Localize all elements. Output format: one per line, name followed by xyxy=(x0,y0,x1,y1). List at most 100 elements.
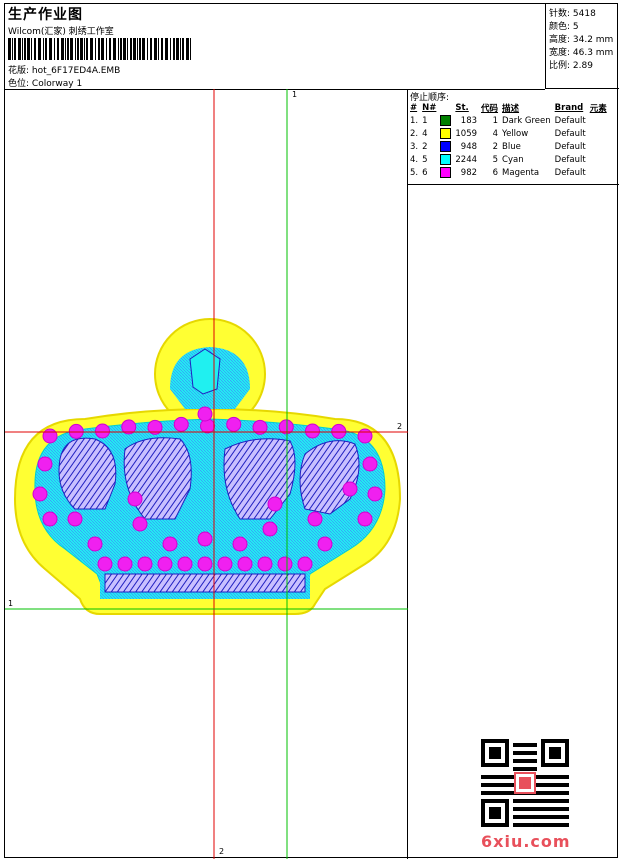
row-index: 4. xyxy=(410,154,419,165)
row-index: 3. xyxy=(410,141,419,152)
col-header-description: 描述 xyxy=(502,103,520,114)
magenta-bead xyxy=(87,536,103,552)
magenta-bead xyxy=(357,428,373,444)
row-brand: Default xyxy=(554,115,586,126)
col-header-element: 元素 xyxy=(589,103,607,114)
barcode xyxy=(8,38,191,60)
row-code: 5 xyxy=(492,154,499,165)
colorway-value: Colorway 1 xyxy=(31,79,83,89)
row-needle: 5 xyxy=(422,154,428,165)
magenta-bead xyxy=(157,556,173,572)
row-brand: Default xyxy=(554,128,586,139)
magenta-bead xyxy=(197,406,213,422)
magenta-bead xyxy=(127,491,143,507)
color-sequence-table: # N# St. 代码 描述 Brand 元素 1. 1 183 1 Dark … xyxy=(410,101,611,179)
col-header-code: 代码 xyxy=(481,103,499,114)
magenta-bead xyxy=(297,556,313,572)
embroidery-preview xyxy=(5,89,408,859)
color-swatch xyxy=(440,154,452,165)
magenta-bead xyxy=(117,556,133,572)
color-swatch xyxy=(440,167,452,178)
colorway-row: 色位: Colorway 1 xyxy=(8,76,82,89)
row-brand: Default xyxy=(554,154,586,165)
design-width: 宽度: 46.3 mm xyxy=(549,48,614,58)
magenta-bead xyxy=(95,423,110,439)
magenta-bead xyxy=(137,556,153,572)
header-panel: 生产作业图 Wilcom(汇家) 刺绣工作室 花版: hot_6F17ED4A.… xyxy=(5,4,545,90)
row-index: 1. xyxy=(410,115,419,126)
magenta-bead xyxy=(232,536,248,552)
magenta-bead xyxy=(237,556,253,572)
row-stitches: 982 xyxy=(460,167,478,178)
row-index: 5. xyxy=(410,167,419,178)
row-code: 2 xyxy=(492,141,499,152)
row-stitches: 183 xyxy=(460,115,478,126)
row-description: Blue xyxy=(502,141,521,152)
magenta-bead xyxy=(367,486,383,502)
row-code: 6 xyxy=(492,167,499,178)
magenta-bead xyxy=(317,536,333,552)
magenta-bead xyxy=(307,511,323,527)
magenta-bead xyxy=(68,423,84,439)
magenta-bead xyxy=(357,511,373,527)
company-name: Wilcom(汇家) 刺绣工作室 xyxy=(8,27,114,37)
col-header-brand: Brand xyxy=(554,102,584,113)
row-code: 4 xyxy=(492,128,499,139)
design-label: 花版: xyxy=(8,66,30,76)
watermark-logo: 6xiu.com xyxy=(481,832,571,851)
qr-code xyxy=(481,739,569,827)
magenta-bead xyxy=(67,511,83,527)
crown-top-cross xyxy=(189,348,221,395)
design-height: 高度: 34.2 mm xyxy=(549,35,614,45)
magenta-bead xyxy=(267,496,283,512)
color-swatch xyxy=(440,141,452,152)
row-description: Cyan xyxy=(502,154,524,165)
row-index: 2. xyxy=(410,128,419,139)
magenta-bead xyxy=(132,516,148,532)
table-row: 2. 4 1059 4 Yellow Default xyxy=(410,127,611,140)
magenta-bead xyxy=(262,521,278,537)
magenta-bead xyxy=(331,423,347,439)
design-canvas: 1 2 1 2 xyxy=(5,89,408,859)
row-description: Yellow xyxy=(502,128,529,139)
row-stitches: 948 xyxy=(460,141,478,152)
design-row: 花版: hot_6F17ED4A.EMB xyxy=(8,63,120,76)
magenta-bead xyxy=(162,536,178,552)
green-guide-label-top: 1 xyxy=(292,90,298,99)
stop-sequence-panel: 停止顺序: # N# St. 代码 描述 Brand 元素 1. 1 183 1… xyxy=(408,89,619,185)
col-header-swatch xyxy=(440,101,455,114)
magenta-bead xyxy=(197,556,213,572)
row-description: Magenta xyxy=(502,167,540,178)
col-header-needle: N# xyxy=(422,102,437,113)
col-header-stitches: St. xyxy=(455,102,469,113)
magenta-bead xyxy=(362,456,378,472)
table-row: 1. 1 183 1 Dark Green Default xyxy=(410,114,611,127)
color-swatch xyxy=(440,115,452,126)
row-stitches: 2244 xyxy=(455,154,478,165)
col-header-index: # xyxy=(410,102,418,113)
row-needle: 1 xyxy=(422,115,428,126)
magenta-bead xyxy=(42,511,58,527)
row-description: Dark Green xyxy=(502,115,551,126)
table-row: 5. 6 982 6 Magenta Default xyxy=(410,166,611,179)
magenta-bead xyxy=(177,556,193,572)
row-needle: 4 xyxy=(422,128,428,139)
row-code: 1 xyxy=(492,115,499,126)
row-needle: 2 xyxy=(422,141,428,152)
magenta-bead xyxy=(32,486,48,502)
magenta-bead xyxy=(97,556,113,572)
row-needle: 6 xyxy=(422,167,428,178)
page-title: 生产作业图 xyxy=(8,7,83,23)
magenta-bead xyxy=(217,556,233,572)
magenta-bead xyxy=(37,456,53,472)
magenta-bead xyxy=(257,556,273,572)
stats-panel: 针数: 5418 颜色: 5 高度: 34.2 mm 宽度: 46.3 mm 比… xyxy=(545,4,619,89)
row-brand: Default xyxy=(554,167,586,178)
stitch-count: 针数: 5418 xyxy=(549,9,596,19)
row-brand: Default xyxy=(554,141,586,152)
row-stitches: 1059 xyxy=(455,128,478,139)
color-count: 颜色: 5 xyxy=(549,22,579,32)
table-row: 3. 2 948 2 Blue Default xyxy=(410,140,611,153)
red-guide-label-bottom: 2 xyxy=(219,847,225,856)
table-header-row: # N# St. 代码 描述 Brand 元素 xyxy=(410,101,611,114)
